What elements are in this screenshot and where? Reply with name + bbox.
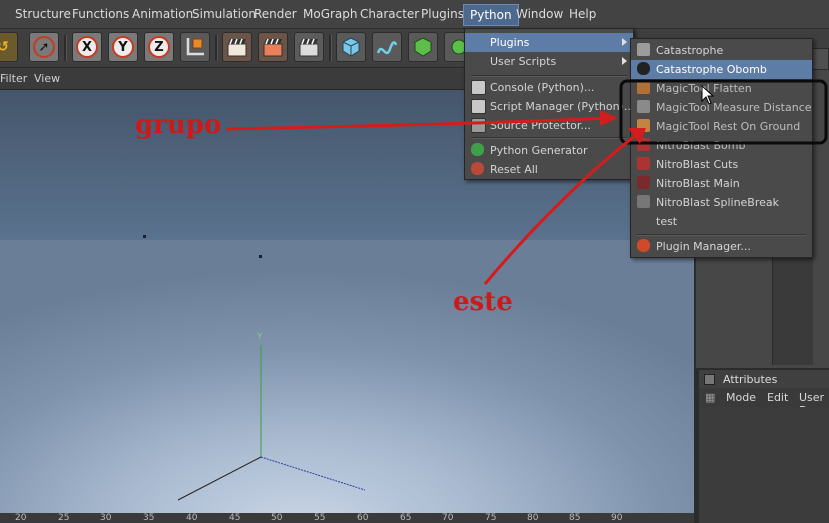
annotation-overlay [225, 79, 828, 285]
annotation-este: este [453, 287, 513, 317]
arrowhead-icon [600, 110, 618, 126]
annotation-arrow-este [483, 130, 641, 285]
annotation-arrow-grupo [225, 116, 613, 131]
annotation-box [619, 79, 828, 145]
annotation-grupo: grupo [135, 110, 222, 140]
